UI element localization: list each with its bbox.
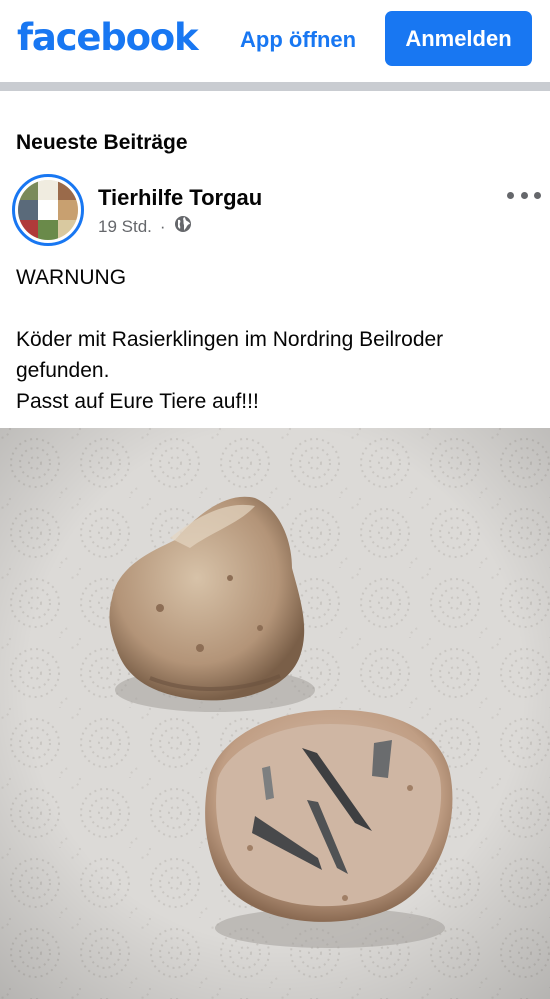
meta-separator: ·: [159, 216, 166, 236]
section-title: Neueste Beiträge: [16, 131, 188, 154]
open-app-link[interactable]: App öffnen: [240, 27, 356, 53]
top-navigation-bar: facebook App öffnen Anmelden: [0, 0, 550, 82]
post-text-line: Köder mit Rasierklingen im Nordring Beil…: [16, 328, 444, 382]
post-author-name[interactable]: Tierhilfe Torgau: [98, 185, 262, 211]
post-text: WARNUNG Köder mit Rasierklingen im Nordr…: [16, 262, 536, 417]
post-timestamp[interactable]: 19 Std.: [98, 217, 152, 237]
header-divider: [0, 82, 550, 91]
avatar-image: [18, 180, 78, 240]
page-avatar[interactable]: [12, 174, 84, 246]
more-options-icon[interactable]: [507, 186, 541, 204]
post-text-line: Passt auf Eure Tiere auf!!!: [16, 390, 259, 413]
facebook-logo[interactable]: facebook: [17, 16, 199, 59]
post-meta: 19 Std. ·: [98, 215, 192, 238]
login-button[interactable]: Anmelden: [385, 11, 532, 66]
post-text-line: WARNUNG: [16, 266, 127, 289]
bait-photo-illustration: [0, 428, 550, 999]
globe-icon: [174, 215, 192, 238]
post-photo[interactable]: [0, 428, 550, 999]
post-text-line: [16, 293, 536, 324]
